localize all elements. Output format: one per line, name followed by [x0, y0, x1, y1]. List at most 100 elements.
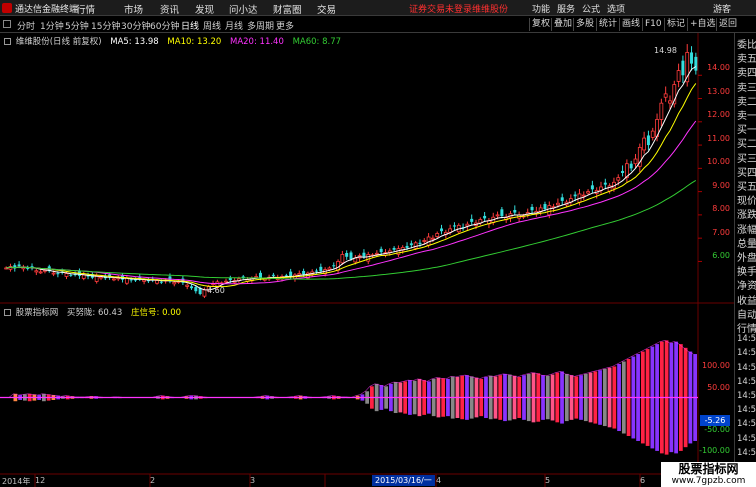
menu-zixun[interactable]: 资讯	[160, 2, 179, 16]
legend-box-icon[interactable]	[4, 38, 11, 45]
candle-body-down	[530, 206, 534, 211]
side-panel-item[interactable]: 14:56	[737, 334, 756, 344]
tool-huaxian[interactable]: 画线	[619, 18, 642, 31]
side-panel-item: 卖五	[737, 54, 756, 66]
indicator-bar-up	[379, 385, 384, 398]
side-panel-item[interactable]: 行情	[737, 320, 756, 335]
menu-faxian[interactable]: 发现	[195, 2, 214, 16]
side-panel-item[interactable]: 14:56	[737, 391, 756, 401]
x-tick: 4	[436, 476, 442, 485]
candle-body-up	[633, 158, 638, 165]
tool-fanhui[interactable]: 返回	[716, 18, 739, 31]
sysmenu-xuanxiang[interactable]: 选项	[607, 2, 625, 15]
sysmenu-fuwu[interactable]: 服务	[557, 2, 575, 15]
sysmenu-gongneng[interactable]: 功能	[532, 2, 550, 15]
side-panel-item: 卖四	[737, 68, 756, 80]
indicator-bar-up	[431, 378, 436, 398]
candle-body-down	[302, 270, 306, 275]
indicator-bar-up	[664, 340, 669, 398]
guest-account[interactable]: 游客	[713, 2, 731, 15]
side-panel-item[interactable]: 14:56	[737, 348, 756, 358]
side-panel-item[interactable]: 14:56	[737, 434, 756, 444]
indicator-bar-down	[636, 397, 640, 441]
indicator-tick: 100.00	[702, 361, 730, 370]
menu-caifuquan[interactable]: 财富圈	[273, 2, 302, 16]
period-5min[interactable]: 5分钟	[65, 19, 89, 32]
period-60min[interactable]: 60分钟	[150, 19, 179, 32]
candle-body-up	[142, 279, 146, 282]
indicator-bar-down	[441, 397, 446, 417]
period-1min[interactable]: 1分钟	[40, 19, 64, 32]
period-15min[interactable]: 15分钟	[91, 19, 120, 32]
indicator-bar-down	[493, 397, 498, 419]
indicator-bar-down	[560, 397, 564, 424]
tool-f10[interactable]: F10	[642, 18, 664, 31]
indicator-bar-down	[579, 397, 583, 420]
indicator-bar-down	[507, 397, 512, 421]
indicator-bar-up	[460, 375, 465, 398]
indicator-bar-up	[598, 370, 602, 398]
candle-body-up	[202, 289, 207, 297]
side-panel-item: 现价	[737, 196, 756, 208]
side-panel-item[interactable]: 自动	[737, 306, 756, 321]
period-weekly[interactable]: 周线	[203, 19, 221, 32]
sysmenu-gongshi[interactable]: 公式	[582, 2, 600, 15]
period-more[interactable]: 更多	[276, 19, 294, 32]
chart-canvas[interactable]	[0, 33, 734, 487]
candle-body-down	[513, 209, 517, 213]
candle-body-down	[694, 56, 698, 71]
tool-fuquan[interactable]: 复权	[529, 18, 552, 31]
panel-toggle-icon[interactable]	[3, 20, 11, 28]
menu-jiaoyi[interactable]: 交易	[317, 2, 336, 16]
period-multi[interactable]: 多周期	[247, 19, 274, 32]
side-panel-item[interactable]: 14:56	[737, 448, 756, 458]
candle-body-down	[349, 252, 353, 260]
indicator-bar-up	[507, 374, 512, 398]
period-monthly[interactable]: 月线	[225, 19, 243, 32]
tool-tongji[interactable]: 统计	[596, 18, 619, 31]
watermark-title: 股票指标网	[678, 462, 739, 476]
app-title: 通达信金融终端	[15, 5, 79, 15]
menu-wenxiaoda[interactable]: 问小达	[229, 2, 258, 16]
tool-zixuan[interactable]: +自选	[687, 18, 718, 31]
x-tick: 12	[35, 476, 46, 485]
indicator-bar-down	[593, 397, 598, 424]
side-panel-item[interactable]: 14:56	[737, 419, 756, 429]
indicator-bar-down	[688, 397, 693, 444]
period-fenshi[interactable]: 分时	[17, 19, 35, 32]
side-panel-item[interactable]: 14:56	[737, 377, 756, 387]
indicator-bar-up	[545, 375, 550, 398]
candle-body-down	[573, 194, 577, 197]
tool-duogu[interactable]: 多股	[573, 18, 596, 31]
indicator-bar-down	[531, 397, 536, 423]
candle-body-down	[409, 243, 413, 246]
indicator-bar-up	[626, 359, 631, 398]
tool-diejia[interactable]: 叠加	[551, 18, 574, 31]
side-panel-item[interactable]: 14:56	[737, 405, 756, 415]
candle-body-down	[271, 274, 275, 276]
indicator-tick: -50.00	[704, 425, 730, 434]
indicator-bar-down	[370, 397, 374, 409]
candle-body-up	[112, 278, 116, 281]
menu-shichang[interactable]: 市场	[124, 2, 143, 16]
x-tick: 6	[640, 476, 646, 485]
login-status[interactable]: 证券交易未登录	[409, 2, 472, 15]
legend-ma10: MA10: 13.20	[167, 37, 222, 47]
indicator-bar-down	[474, 397, 479, 418]
indicator-bar-down	[693, 397, 697, 441]
tool-biaoji[interactable]: 标记	[664, 18, 687, 31]
candle-body-down	[543, 204, 547, 210]
price-tick: 11.00	[707, 134, 730, 143]
candle-body-down	[315, 270, 319, 272]
period-daily[interactable]: 日线	[181, 19, 199, 32]
indicator-bar-down	[465, 397, 469, 420]
indicator-bar-up	[678, 344, 683, 398]
side-panel-item[interactable]: 14:56	[737, 363, 756, 373]
indicator-bar-down	[536, 397, 541, 422]
legend-box-icon[interactable]	[4, 309, 11, 316]
menu-hangqing[interactable]: 行情	[76, 2, 95, 16]
indicator-bar-up	[493, 376, 498, 398]
candle-body-up	[547, 205, 552, 216]
price-tick: 6.00	[712, 251, 730, 260]
period-30min[interactable]: 30分钟	[121, 19, 150, 32]
